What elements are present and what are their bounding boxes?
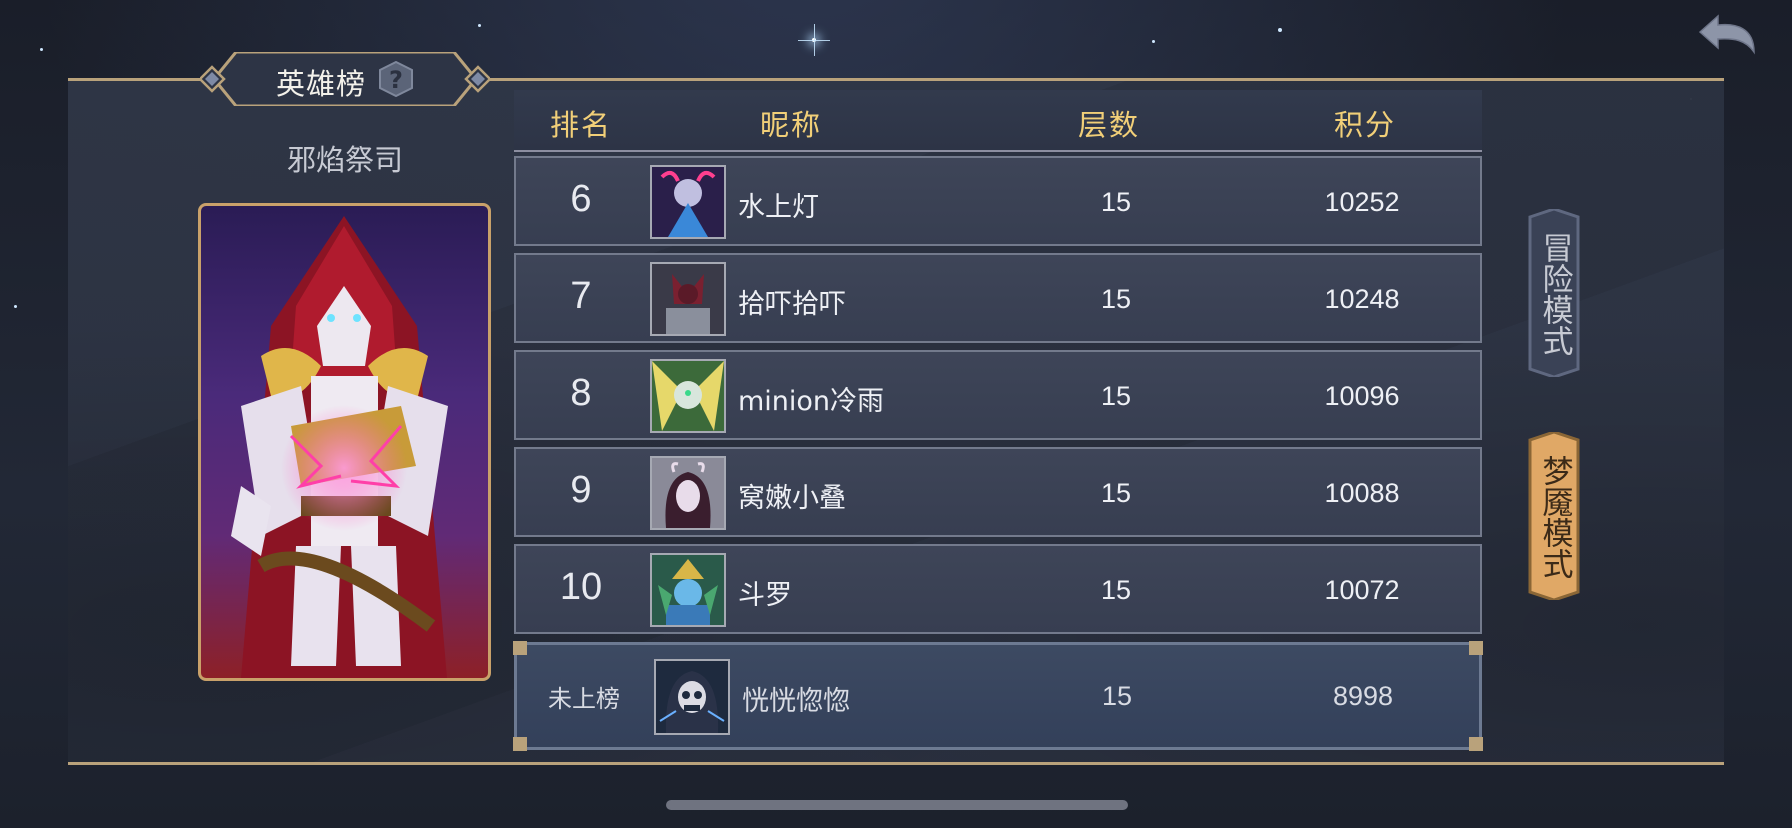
svg-text:?: ? bbox=[389, 66, 403, 94]
star bbox=[40, 48, 43, 51]
row-nickname: 斗罗 bbox=[738, 580, 792, 611]
table-row[interactable]: 10 斗罗 15 10072 bbox=[514, 544, 1482, 634]
avatar bbox=[650, 262, 726, 336]
column-header-floors: 层数 bbox=[1078, 108, 1141, 142]
row-rank: 10 bbox=[559, 566, 603, 608]
row-score: 10072 bbox=[1324, 575, 1400, 605]
star bbox=[478, 24, 481, 27]
frame-corner bbox=[1469, 641, 1483, 655]
my-nickname: 恍恍惚惚 bbox=[742, 686, 850, 717]
star bbox=[14, 305, 17, 308]
row-nickname: 拾吓拾吓 bbox=[738, 289, 846, 320]
hero-name: 邪焰祭司 bbox=[286, 143, 403, 177]
row-floors: 15 bbox=[1100, 478, 1132, 508]
row-score: 10248 bbox=[1324, 284, 1400, 314]
help-button[interactable]: ? bbox=[378, 60, 414, 98]
back-arrow-icon bbox=[1698, 14, 1755, 55]
frame-corner bbox=[513, 641, 527, 655]
row-rank: 9 bbox=[570, 469, 592, 511]
table-header: 排名 昵称 层数 积分 bbox=[514, 90, 1482, 152]
row-score: 10252 bbox=[1324, 187, 1400, 217]
table-row[interactable]: 8 minion冷雨 15 10096 bbox=[514, 350, 1482, 440]
table-row[interactable]: 9 窝嫩小叠 15 10088 bbox=[514, 447, 1482, 537]
row-score: 10096 bbox=[1324, 381, 1400, 411]
my-rank-row[interactable]: 未上榜 恍恍惚惚 15 8998 bbox=[513, 641, 1483, 751]
nightmare-mode-tab[interactable]: 梦魇模式 bbox=[1524, 432, 1584, 600]
sparkle-star-icon bbox=[798, 24, 830, 56]
row-floors: 15 bbox=[1100, 187, 1132, 217]
row-rank: 7 bbox=[570, 275, 592, 317]
table-row[interactable]: 6 水上灯 15 10252 bbox=[514, 156, 1482, 246]
adventure-mode-tab[interactable]: 冒险模式 bbox=[1524, 209, 1584, 377]
page-title: 英雄榜 bbox=[276, 67, 367, 101]
question-mark-icon: ? bbox=[379, 60, 413, 98]
my-avatar bbox=[654, 659, 730, 735]
row-floors: 15 bbox=[1100, 575, 1132, 605]
column-header-score: 积分 bbox=[1334, 108, 1397, 142]
row-nickname: minion冷雨 bbox=[738, 386, 885, 417]
row-rank: 6 bbox=[570, 178, 592, 220]
row-score: 10088 bbox=[1324, 478, 1400, 508]
row-floors: 15 bbox=[1100, 284, 1132, 314]
avatar bbox=[650, 165, 726, 239]
nightmare-mode-label: 梦魇模式 bbox=[1536, 455, 1573, 579]
my-floors: 15 bbox=[1101, 681, 1133, 711]
table-row[interactable]: 7 拾吓拾吓 15 10248 bbox=[514, 253, 1482, 343]
frame-corner bbox=[513, 737, 527, 751]
my-rank-status: 未上榜 bbox=[548, 685, 620, 713]
adventure-mode-label: 冒险模式 bbox=[1536, 232, 1573, 356]
hero-illustration bbox=[231, 216, 448, 678]
row-rank: 8 bbox=[570, 372, 592, 414]
row-nickname: 窝嫩小叠 bbox=[738, 483, 846, 514]
home-indicator[interactable] bbox=[666, 800, 1128, 810]
frame-corner bbox=[1469, 737, 1483, 751]
row-floors: 15 bbox=[1100, 381, 1132, 411]
column-header-rank: 排名 bbox=[550, 108, 613, 142]
my-score: 8998 bbox=[1332, 681, 1394, 711]
star bbox=[1152, 40, 1155, 43]
title-badge: 英雄榜 ? bbox=[200, 52, 490, 106]
avatar bbox=[650, 359, 726, 433]
row-nickname: 水上灯 bbox=[738, 192, 819, 223]
leaderboard-table: 排名 昵称 层数 积分 6 水上灯 15 10252 7 拾吓拾吓 15 102… bbox=[513, 90, 1483, 751]
star bbox=[1278, 28, 1282, 32]
back-button[interactable] bbox=[1696, 10, 1760, 60]
column-header-nickname: 昵称 bbox=[760, 108, 823, 142]
avatar bbox=[650, 553, 726, 627]
hero-portrait bbox=[198, 203, 491, 681]
avatar bbox=[650, 456, 726, 530]
